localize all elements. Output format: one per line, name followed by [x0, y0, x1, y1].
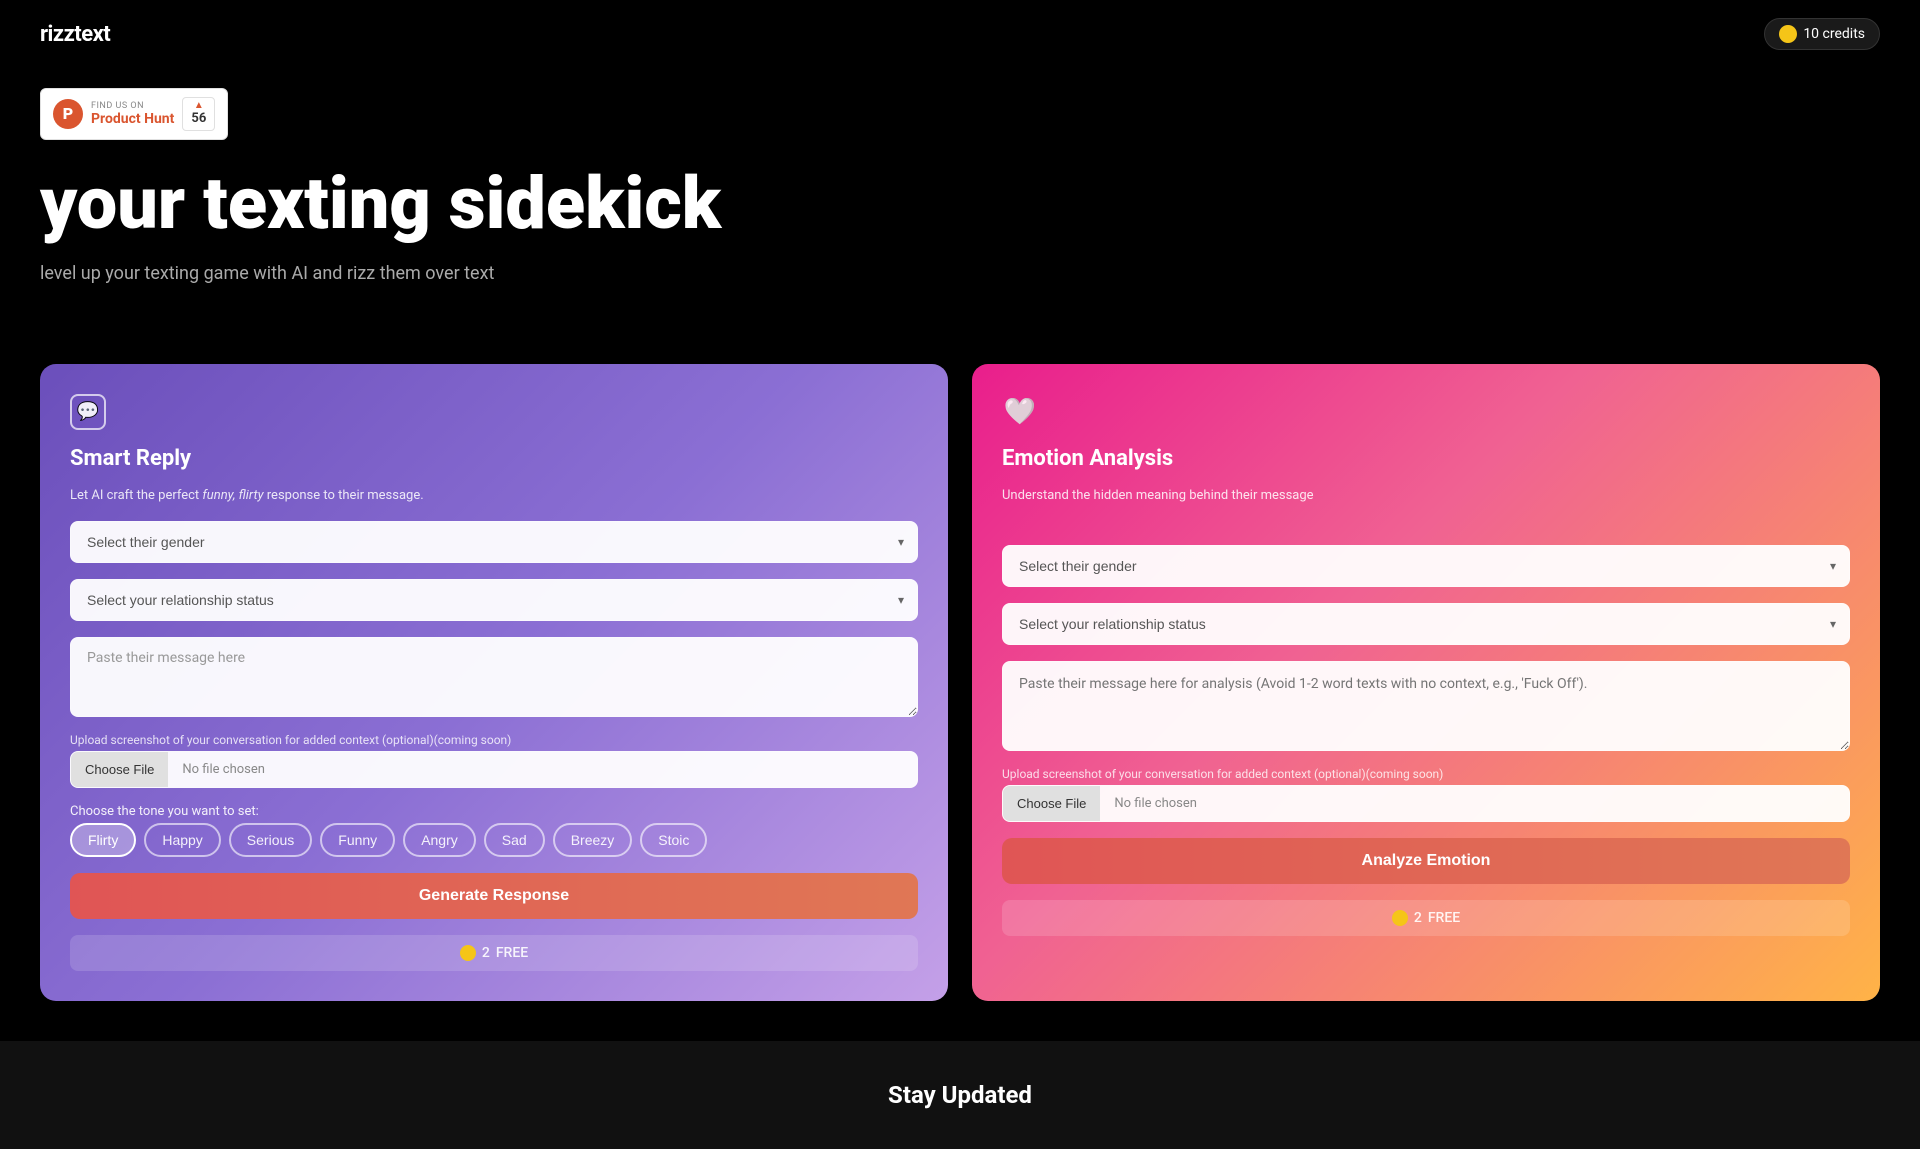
header: rizztext 10 credits [0, 0, 1920, 68]
ph-arrow-icon: ▲ [194, 101, 204, 111]
ph-number: 56 [191, 111, 206, 127]
ph-logo-icon: P [53, 99, 83, 129]
generate-response-button[interactable]: Generate Response [70, 873, 918, 919]
ea-gender-select[interactable]: Select their genderMaleFemaleNon-binaryO… [1002, 545, 1850, 587]
file-input-wrapper: Choose File No file chosen [70, 751, 918, 788]
tone-btn-serious[interactable]: Serious [229, 823, 312, 857]
ph-find-text: FIND US ON [91, 101, 174, 111]
ea-choose-file-button[interactable]: Choose File [1003, 786, 1100, 821]
tone-btn-flirty[interactable]: Flirty [70, 823, 136, 857]
logo: rizztext [40, 22, 110, 47]
emotion-title: Emotion Analysis [1002, 446, 1850, 471]
relationship-select[interactable]: Select your relationship statusSingleDat… [70, 579, 918, 621]
ea-message-input[interactable] [1002, 661, 1850, 751]
tone-btn-funny[interactable]: Funny [320, 823, 395, 857]
relationship-select-wrapper: Select your relationship statusSingleDat… [70, 579, 918, 621]
cards-container: 💬 Smart Reply Let AI craft the perfect f… [0, 364, 1920, 1001]
smart-reply-desc: Let AI craft the perfect funny, flirty r… [70, 487, 918, 505]
smart-reply-title: Smart Reply [70, 446, 918, 471]
tone-btn-angry[interactable]: Angry [403, 823, 476, 857]
product-hunt-badge[interactable]: P FIND US ON Product Hunt ▲ 56 [40, 88, 228, 140]
desc-plain: Let AI craft the perfect [70, 488, 202, 503]
ea-gender-select-wrapper: Select their genderMaleFemaleNon-binaryO… [1002, 545, 1850, 587]
ea-upload-label: Upload screenshot of your conversation f… [1002, 767, 1850, 781]
ph-vote-count: ▲ 56 [182, 97, 215, 131]
stay-updated-title: Stay Updated [40, 1081, 1880, 1109]
choose-file-button[interactable]: Choose File [71, 752, 168, 787]
ea-file-input-wrapper: Choose File No file chosen [1002, 785, 1850, 822]
emotion-desc: Understand the hidden meaning behind the… [1002, 487, 1850, 505]
tone-section: Choose the tone you want to set: FlirtyH… [70, 804, 918, 857]
ea-coin-icon [1392, 910, 1408, 926]
file-name-label: No file chosen [168, 752, 279, 787]
hero-section: P FIND US ON Product Hunt ▲ 56 your text… [0, 68, 1920, 364]
chat-icon: 💬 [70, 394, 106, 430]
credits-badge: 10 credits [1764, 18, 1880, 50]
emotion-analysis-card: 🤍 Emotion Analysis Understand the hidden… [972, 364, 1880, 1001]
analyze-emotion-button[interactable]: Analyze Emotion [1002, 838, 1850, 884]
ea-credits-row: 2 FREE [1002, 900, 1850, 936]
message-input[interactable] [70, 637, 918, 717]
upload-label: Upload screenshot of your conversation f… [70, 733, 918, 747]
tone-buttons-group: FlirtyHappy SeriousFunnyAngrySadBreezySto… [70, 823, 918, 857]
heart-icon: 🤍 [1002, 394, 1038, 430]
ea-credits-display: 2 [1414, 910, 1422, 926]
hero-title: your texting sidekick [40, 164, 1880, 243]
tone-btn-sad[interactable]: Sad [484, 823, 545, 857]
tone-btn-stoic[interactable]: Stoic [640, 823, 707, 857]
gender-select-wrapper: Select their genderMaleFemaleNon-binaryO… [70, 521, 918, 563]
hero-subtitle: level up your texting game with AI and r… [40, 263, 1880, 284]
ph-name-text: Product Hunt [91, 111, 174, 127]
stay-updated-section: Stay Updated [0, 1041, 1920, 1149]
sr-coin-icon [460, 945, 476, 961]
sr-credits-row: 2 FREE [70, 935, 918, 971]
tone-btn-breezy[interactable]: Breezy [553, 823, 633, 857]
upload-section: Upload screenshot of your conversation f… [70, 733, 918, 788]
ea-file-name-label: No file chosen [1100, 786, 1211, 821]
coin-icon [1779, 25, 1797, 43]
tone-btn-happy[interactable]: Happy [144, 823, 220, 857]
credits-label: 10 credits [1803, 26, 1865, 42]
desc-rest: response to their message. [264, 488, 424, 503]
ea-upload-section: Upload screenshot of your conversation f… [1002, 767, 1850, 822]
desc-italic: funny, flirty [202, 488, 263, 503]
ea-relationship-select[interactable]: Select your relationship statusSingleDat… [1002, 603, 1850, 645]
ea-relationship-select-wrapper: Select your relationship statusSingleDat… [1002, 603, 1850, 645]
sr-credits-display: 2 [482, 945, 490, 961]
ea-credits-suffix: FREE [1428, 910, 1460, 926]
gender-select[interactable]: Select their genderMaleFemaleNon-binaryO… [70, 521, 918, 563]
smart-reply-card: 💬 Smart Reply Let AI craft the perfect f… [40, 364, 948, 1001]
tone-label: Choose the tone you want to set: [70, 804, 918, 819]
sr-credits-suffix: FREE [496, 945, 528, 961]
